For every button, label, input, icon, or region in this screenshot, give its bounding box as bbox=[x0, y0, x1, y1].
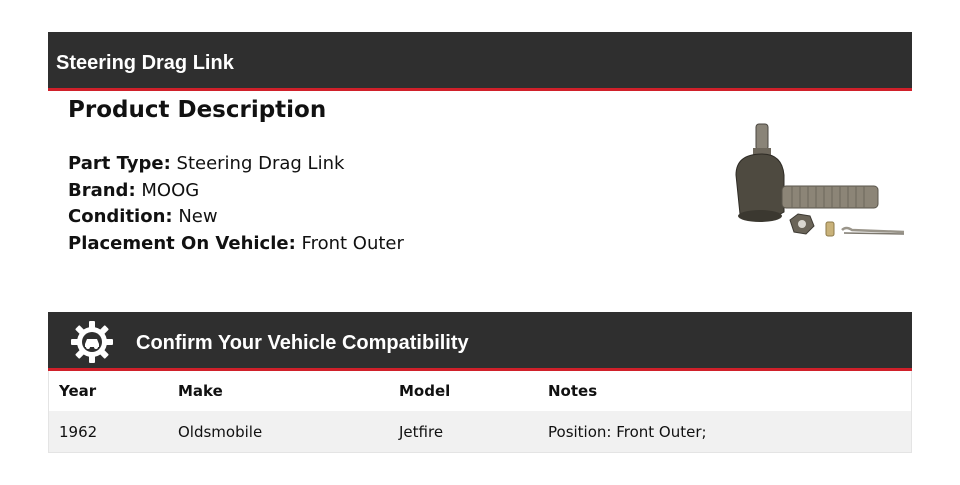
spec-row-brand: Brand: MOOG bbox=[68, 178, 404, 205]
page-title: Steering Drag Link bbox=[56, 52, 234, 74]
cell-model: Jetfire bbox=[389, 411, 538, 453]
spec-value: New bbox=[178, 206, 218, 227]
spec-value: Front Outer bbox=[301, 232, 404, 254]
spec-row-placement: Placement On Vehicle: Front Outer bbox=[68, 231, 404, 258]
column-header-model: Model bbox=[389, 371, 538, 411]
spec-list: Part Type: Steering Drag Link Brand: MOO… bbox=[68, 151, 404, 257]
spec-row-part-type: Part Type: Steering Drag Link bbox=[68, 151, 404, 178]
cell-year: 1962 bbox=[48, 411, 168, 453]
cell-make: Oldsmobile bbox=[168, 411, 389, 453]
spec-value: MOOG bbox=[141, 179, 200, 201]
spec-value: Steering Drag Link bbox=[176, 153, 345, 174]
spec-row-condition: Condition: New bbox=[68, 204, 404, 231]
compatibility-bar: Confirm Your Vehicle Compatibility bbox=[48, 312, 912, 371]
column-header-make: Make bbox=[168, 371, 389, 411]
table-header-row: Year Make Model Notes bbox=[48, 371, 912, 411]
description-heading: Product Description bbox=[68, 97, 327, 123]
title-bar: Steering Drag Link bbox=[48, 32, 912, 91]
gear-car-icon bbox=[71, 321, 113, 363]
cell-notes: Position: Front Outer; bbox=[538, 411, 912, 453]
product-image bbox=[735, 123, 905, 237]
column-header-year: Year bbox=[48, 371, 168, 411]
spec-label: Part Type: bbox=[68, 153, 171, 174]
table-row: 1962 Oldsmobile Jetfire Position: Front … bbox=[48, 411, 912, 453]
spec-label: Brand: bbox=[68, 179, 136, 201]
column-header-notes: Notes bbox=[538, 371, 912, 411]
compatibility-table: Year Make Model Notes 1962 Oldsmobile Je… bbox=[48, 371, 912, 453]
compatibility-title: Confirm Your Vehicle Compatibility bbox=[136, 332, 469, 354]
spec-label: Placement On Vehicle: bbox=[68, 232, 296, 254]
spec-label: Condition: bbox=[68, 206, 173, 227]
